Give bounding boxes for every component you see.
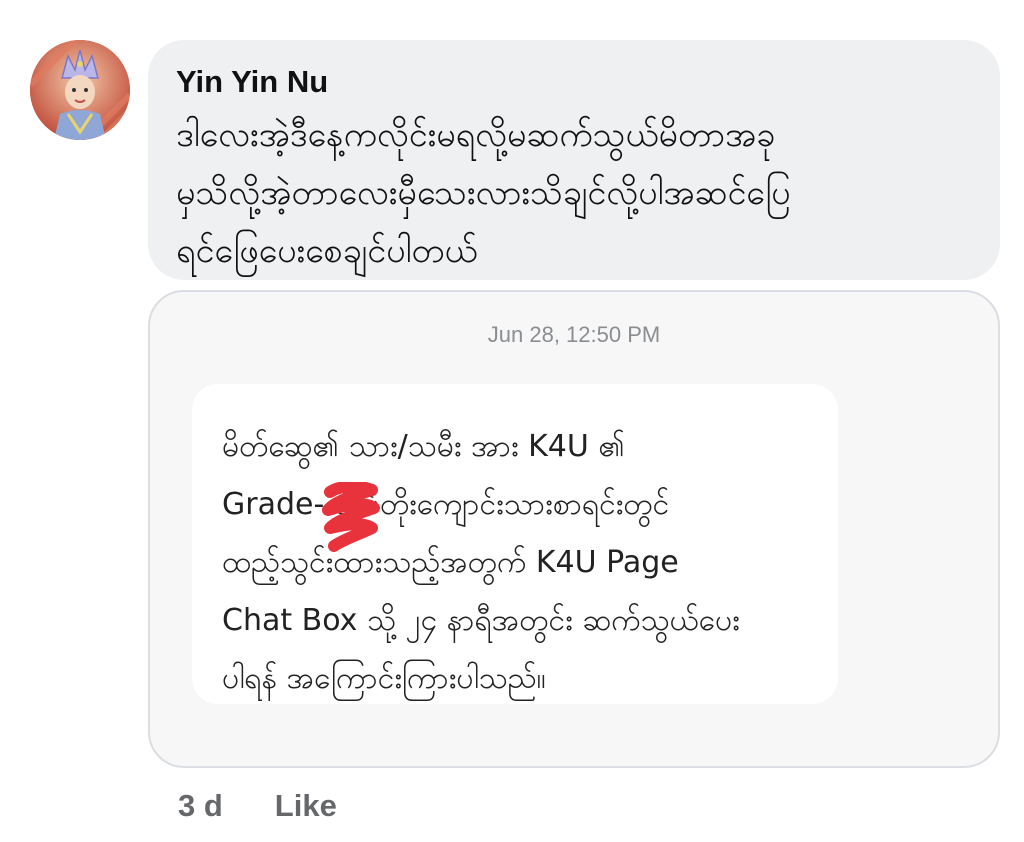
message-bubble: မိတ်ဆွေ၏ သား/သမီး အား K4U ၏ Grade- ထပ်တိ…	[192, 384, 838, 704]
comment-thread: Yin Yin Nu ဒါလေးအဲ့ဒီနေ့ကလိုင်းမရလို့မဆက…	[0, 0, 1024, 842]
avatar[interactable]	[30, 40, 130, 140]
redaction-scribble-icon	[322, 482, 380, 552]
comment-author[interactable]: Yin Yin Nu	[176, 62, 972, 102]
comment-age: 3 d	[178, 788, 223, 823]
avatar-image	[30, 40, 130, 140]
like-button[interactable]: Like	[275, 788, 337, 824]
comment-bubble: Yin Yin Nu ဒါလေးအဲ့ဒီနေ့ကလိုင်းမရလို့မဆက…	[148, 40, 1000, 280]
message-timestamp: Jun 28, 12:50 PM	[487, 322, 661, 347]
attached-screenshot[interactable]: Jun 28, 12:50 PM မိတ်ဆွေ၏ သား/သမီး အား K…	[148, 290, 1000, 768]
comment-footer: 3 d Like	[178, 788, 337, 824]
comment-text: ဒါလေးအဲ့ဒီနေ့ကလိုင်းမရလို့မဆက်သွယ်မိတာအခ…	[176, 115, 791, 271]
message-text: မိတ်ဆွေ၏ သား/သမီး အား K4U ၏ Grade- ထပ်တိ…	[222, 429, 740, 696]
